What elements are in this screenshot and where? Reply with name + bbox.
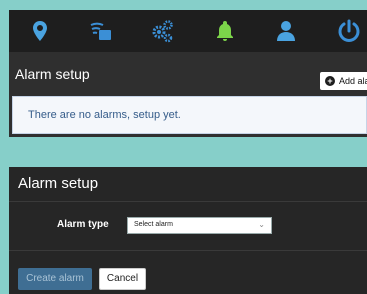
icon-toolbar — [9, 10, 367, 52]
alarm-form-title: Alarm setup — [18, 175, 99, 192]
empty-alarms-notice: There are no alarms, setup yet. — [12, 96, 367, 134]
alarm-form-header: Alarm setup — [9, 167, 367, 202]
alarm-form-body: Alarm type Select alarm ⌄ — [9, 203, 367, 251]
empty-alarms-message: There are no alarms, setup yet. — [28, 109, 181, 121]
signal-device-icon[interactable] — [89, 19, 113, 43]
alarm-list-panel: Alarm setup + Add alarm There are no ala… — [9, 10, 367, 137]
bell-icon[interactable] — [213, 19, 237, 43]
alarm-type-value: Select alarm — [134, 221, 173, 228]
location-pin-icon[interactable] — [28, 19, 52, 43]
cancel-button[interactable]: Cancel — [99, 268, 146, 290]
add-alarm-button[interactable]: + Add alarm — [320, 72, 367, 90]
alarm-type-label: Alarm type — [57, 219, 109, 230]
chevron-down-icon: ⌄ — [258, 220, 265, 229]
alarm-list-title: Alarm setup — [15, 66, 90, 82]
power-icon[interactable] — [337, 19, 361, 43]
create-alarm-button[interactable]: Create alarm — [18, 268, 92, 290]
alarm-form-panel: Alarm setup Alarm type Select alarm ⌄ Cr… — [9, 167, 367, 294]
user-icon[interactable] — [274, 19, 298, 43]
plus-icon: + — [325, 76, 335, 86]
add-alarm-label: Add alarm — [338, 76, 367, 86]
settings-gears-icon[interactable] — [150, 19, 174, 43]
alarm-type-select[interactable]: Select alarm ⌄ — [127, 217, 272, 234]
